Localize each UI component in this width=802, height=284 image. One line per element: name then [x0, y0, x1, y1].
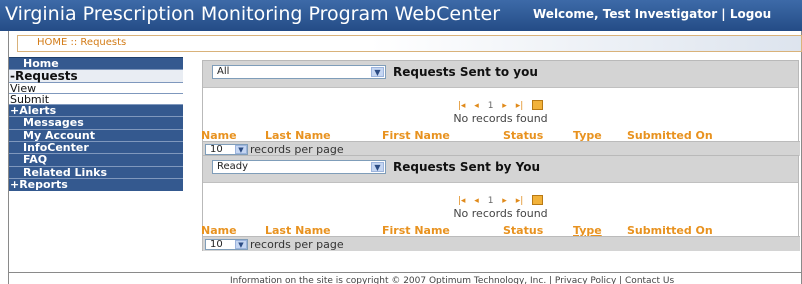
panel-header: All ▼ Requests Sent to you [203, 61, 798, 87]
last-page-icon[interactable]: ▸| [516, 196, 524, 206]
pager: |◂ ◂ 1 ▸ ▸| [203, 195, 798, 206]
status-filter-value: All [217, 66, 230, 77]
first-page-icon[interactable]: |◂ [458, 101, 466, 111]
next-page-icon[interactable]: ▸ [502, 101, 507, 111]
panel-header: Ready ▼ Requests Sent by You [203, 156, 798, 182]
export-excel-icon[interactable] [532, 100, 544, 110]
pager: |◂ ◂ 1 ▸ ▸| [203, 100, 798, 111]
next-page-icon[interactable]: ▸ [502, 196, 507, 206]
footer-copyright: Information on the site is copyright © 2… [230, 276, 675, 284]
sidebar-item-reports[interactable]: +Reports [9, 178, 183, 191]
page-number: 1 [487, 100, 494, 111]
records-per-page-bar: 10 ▼ records per page [203, 141, 800, 156]
prev-page-icon[interactable]: ◂ [474, 196, 479, 206]
first-page-icon[interactable]: |◂ [458, 196, 466, 206]
column-headers: Name Last Name First Name Status Type Su… [201, 224, 802, 237]
sidebar-item-submit[interactable]: Submit [9, 92, 183, 105]
no-records-message: No records found [453, 112, 548, 125]
status-filter-value: Ready [217, 161, 249, 172]
column-headers: Name Last Name First Name Status Type Su… [201, 129, 802, 142]
sidebar-item-my-account[interactable]: My Account [9, 128, 183, 141]
status-filter-select[interactable]: Ready ▼ [212, 160, 386, 174]
records-per-page-bar: 10 ▼ records per page [203, 236, 800, 251]
last-page-icon[interactable]: ▸| [516, 101, 524, 111]
panel-results: |◂ ◂ 1 ▸ ▸| No records found [203, 182, 798, 226]
sidebar-item-messages[interactable]: Messages [9, 116, 183, 129]
breadcrumb: HOME :: Requests [17, 35, 802, 52]
app-header: Virginia Prescription Monitoring Program… [0, 0, 802, 31]
panel-title: Requests Sent by You [393, 160, 541, 174]
sidebar-item-related-links[interactable]: Related Links [9, 165, 183, 178]
sidebar-item-faq[interactable]: FAQ [9, 153, 183, 166]
records-per-page-select[interactable]: 10 ▼ [205, 239, 248, 250]
records-per-page-label: records per page [250, 238, 344, 251]
prev-page-icon[interactable]: ◂ [474, 101, 479, 111]
no-records-message: No records found [453, 207, 548, 220]
breadcrumb-link[interactable]: HOME :: Requests [37, 37, 126, 48]
chevron-down-icon[interactable]: ▼ [235, 145, 247, 154]
page-number: 1 [487, 195, 494, 206]
records-per-page-select[interactable]: 10 ▼ [205, 144, 248, 155]
footer-divider [9, 272, 802, 273]
panel-title: Requests Sent to you [393, 65, 538, 79]
sidebar-item-view[interactable]: View [9, 81, 183, 94]
panel-results: |◂ ◂ 1 ▸ ▸| No records found [203, 87, 798, 131]
export-excel-icon[interactable] [532, 195, 544, 205]
sidebar-item-requests[interactable]: -Requests [9, 69, 183, 83]
sidebar-item-home[interactable]: Home [9, 57, 183, 70]
requests-sent-panel: Ready ▼ Requests Sent by You |◂ ◂ 1 ▸ ▸|… [201, 155, 802, 251]
chevron-down-icon[interactable]: ▼ [371, 67, 384, 77]
records-per-page-value: 10 [210, 144, 223, 155]
records-per-page-value: 10 [210, 239, 223, 250]
sidebar-item-infocenter[interactable]: InfoCenter [9, 140, 183, 154]
chevron-down-icon[interactable]: ▼ [371, 162, 384, 172]
sidebar-nav: Home -Requests View Submit +Alerts Messa… [9, 57, 183, 191]
requests-received-panel: All ▼ Requests Sent to you |◂ ◂ 1 ▸ ▸| N… [201, 60, 802, 156]
chevron-down-icon[interactable]: ▼ [235, 240, 247, 249]
status-filter-select[interactable]: All ▼ [212, 65, 386, 79]
welcome-logout-link[interactable]: Welcome, Test Investigator | Logou [533, 7, 771, 21]
sidebar-item-alerts[interactable]: +Alerts [9, 103, 183, 116]
app-title: Virginia Prescription Monitoring Program… [5, 3, 501, 25]
